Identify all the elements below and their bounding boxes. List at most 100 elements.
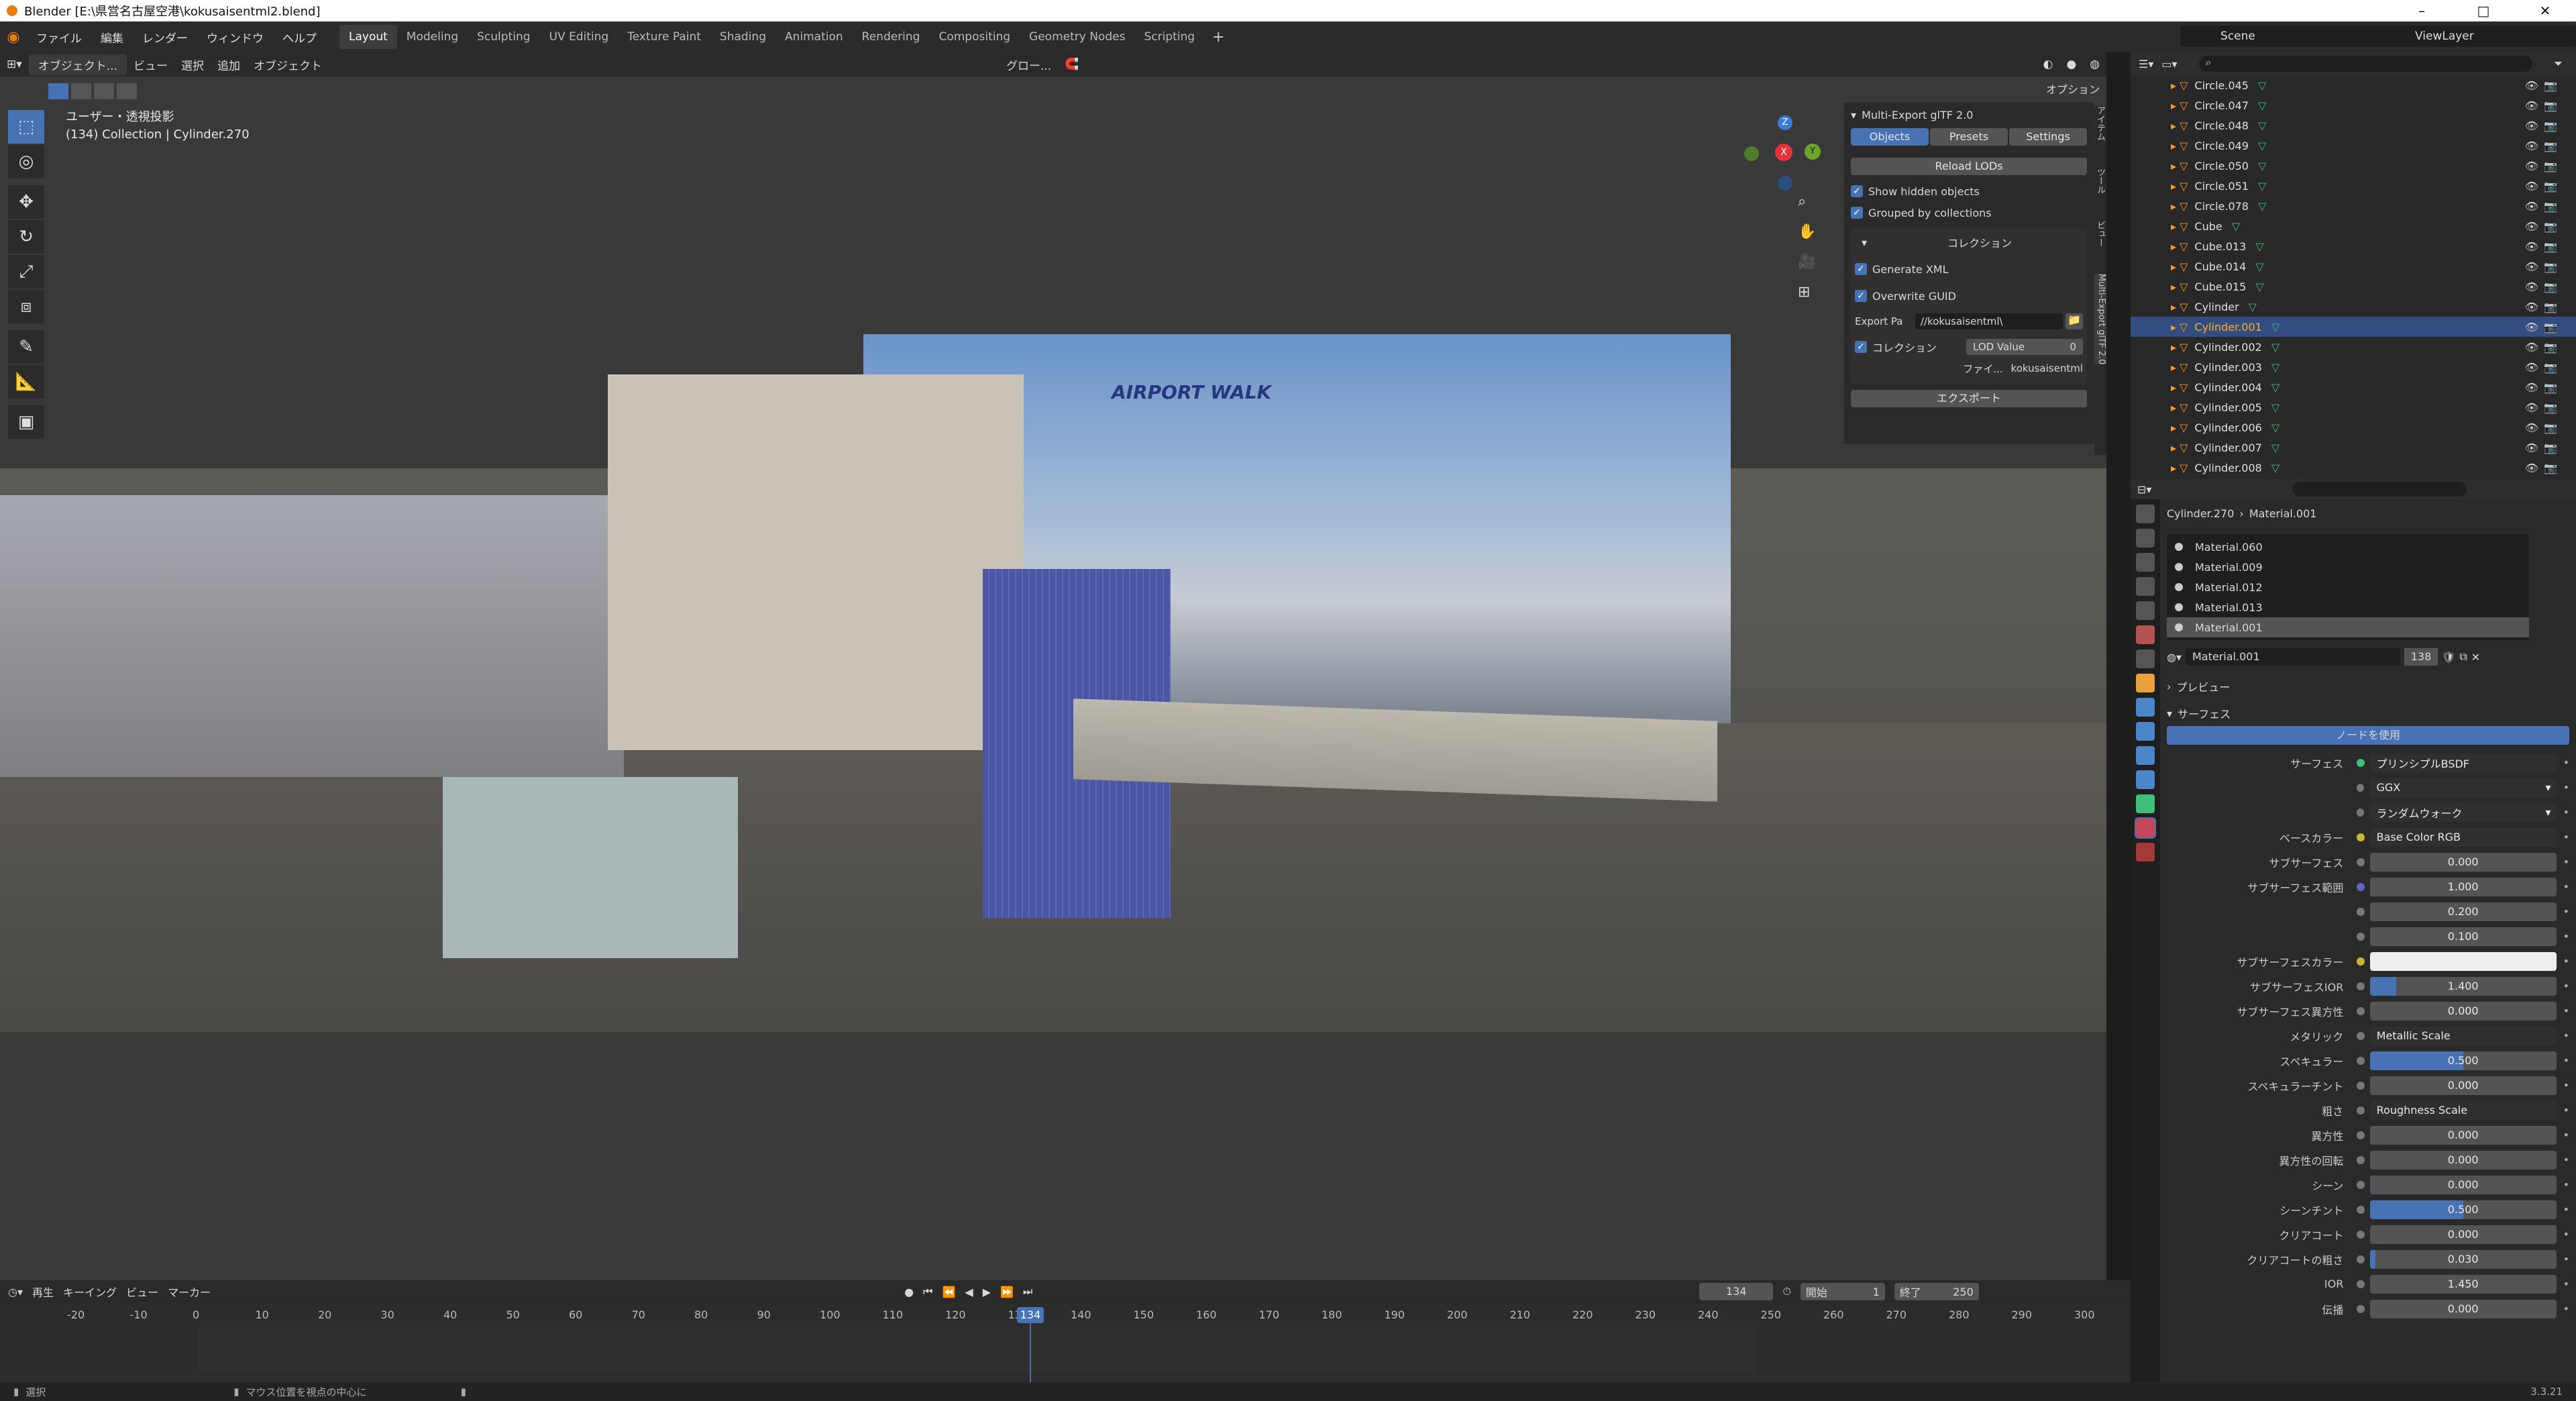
linked-node-field[interactable]: Roughness Scale — [2369, 1100, 2557, 1120]
socket-icon[interactable] — [2357, 932, 2365, 941]
visibility-icon[interactable]: 👁📷 — [2525, 321, 2563, 333]
number-field[interactable]: 0.000 — [2369, 1225, 2557, 1244]
measure-tool-icon[interactable]: 📐 — [8, 365, 44, 399]
number-field[interactable]: 1.450 — [2369, 1274, 2557, 1294]
grouped-collections-checkbox[interactable]: ✓ Grouped by collections — [1851, 203, 2087, 222]
outliner-row[interactable]: ▸ ▽ Circle.050 ▽ 👁📷 — [2131, 156, 2576, 176]
outliner-row[interactable]: ▸ ▽ Cylinder.008 ▽ 👁📷 — [2131, 458, 2576, 478]
filter-icon[interactable]: ⏷ — [2554, 57, 2563, 70]
linked-node-field[interactable]: Metallic Scale — [2369, 1026, 2557, 1045]
sidebar-tab-item[interactable]: アイテム — [2094, 106, 2106, 141]
material-slot[interactable]: Material.001 — [2167, 617, 2529, 637]
workspace-tab[interactable]: Shading — [710, 25, 775, 49]
workspace-tab[interactable]: Compositing — [929, 25, 1020, 49]
keying-menu[interactable]: キーイング — [63, 1284, 117, 1300]
outliner-row[interactable]: ▸ ▽ Cylinder.005 ▽ 👁📷 — [2131, 397, 2576, 417]
keyframe-icon[interactable]: • — [2563, 1253, 2569, 1265]
number-field[interactable]: 0.000 — [2369, 1299, 2557, 1318]
outliner-row[interactable]: ▸ ▽ Circle.078 ▽ 👁📷 — [2131, 196, 2576, 216]
select-menu[interactable]: 選択 — [174, 56, 211, 73]
select-invert-icon[interactable] — [117, 83, 137, 99]
keyframe-icon[interactable]: • — [2563, 1004, 2569, 1017]
outliner-row[interactable]: ▸ ▽ Cylinder ▽ 👁📷 — [2131, 297, 2576, 317]
socket-icon[interactable] — [2357, 1056, 2365, 1065]
linked-node-field[interactable]: Base Color RGB — [2369, 827, 2557, 847]
keyframe-icon[interactable]: • — [2563, 980, 2569, 992]
visibility-icon[interactable]: 👁📷 — [2525, 240, 2563, 253]
viewlayer-selector[interactable]: ViewLayer — [2381, 25, 2576, 47]
material-tab-icon[interactable] — [2135, 817, 2156, 839]
material-browse-icon[interactable]: ◍▾ — [2167, 651, 2182, 664]
socket-icon[interactable] — [2357, 1255, 2365, 1263]
visibility-icon[interactable]: 👁📷 — [2525, 180, 2563, 193]
select-field[interactable]: GGX ▾ — [2369, 778, 2557, 797]
keyframe-icon[interactable]: • — [2563, 1153, 2569, 1166]
gizmo-y-icon[interactable]: Y — [1805, 144, 1821, 160]
menu-item[interactable]: ヘルプ — [273, 29, 326, 46]
visibility-icon[interactable]: 👁📷 — [2525, 381, 2563, 394]
render-tab-icon[interactable] — [2136, 529, 2155, 548]
outliner-row[interactable]: ▸ ▽ Cube.015 ▽ 👁📷 — [2131, 276, 2576, 297]
workspace-tab[interactable]: Rendering — [853, 25, 930, 49]
workspace-tab[interactable]: Modeling — [397, 25, 468, 49]
menu-item[interactable]: ウィンドウ — [197, 29, 273, 46]
data-tab-icon[interactable] — [2136, 794, 2155, 813]
select-tool-icon[interactable]: ⬚ — [8, 110, 44, 144]
mode-selector[interactable]: オブジェクト... — [28, 54, 127, 75]
collection-checkbox[interactable]: ✓ — [1855, 341, 1867, 353]
sidebar-tab-multiexport[interactable]: Multi-Export glTF 2.0 — [2094, 274, 2106, 365]
panel-tab[interactable]: Presets — [1930, 128, 2008, 146]
socket-icon[interactable] — [2356, 808, 2365, 817]
keyframe-icon[interactable]: • — [2563, 1129, 2569, 1141]
keyframe-icon[interactable]: • — [2563, 806, 2569, 819]
marker-menu[interactable]: マーカー — [168, 1284, 211, 1300]
minimize-icon[interactable]: – — [2391, 3, 2453, 19]
jump-end-icon[interactable]: ⏭ — [1023, 1285, 1032, 1298]
socket-icon[interactable] — [2357, 1106, 2365, 1114]
number-field[interactable]: 0.030 — [2369, 1249, 2557, 1269]
number-field[interactable]: 0.000 — [2369, 1175, 2557, 1194]
output-tab-icon[interactable] — [2136, 553, 2155, 572]
play-icon[interactable]: ▶ — [983, 1286, 991, 1298]
jump-start-icon[interactable]: ⏮ — [923, 1285, 932, 1298]
keyframe-icon[interactable]: • — [2563, 1079, 2569, 1092]
snap-icon[interactable]: 🧲 — [1058, 58, 1085, 71]
socket-icon[interactable] — [2357, 1230, 2365, 1239]
material-slot[interactable]: Material.013 — [2167, 597, 2529, 617]
gizmo-x-icon[interactable]: X — [1775, 144, 1792, 161]
socket-icon[interactable] — [2357, 1205, 2365, 1214]
material-slot[interactable]: Material.009 — [2167, 557, 2529, 577]
visibility-icon[interactable]: 👁📷 — [2525, 421, 2563, 434]
keyframe-icon[interactable]: • — [2563, 1029, 2569, 1042]
sidebar-tab-tool[interactable]: ツール — [2094, 168, 2106, 194]
socket-icon[interactable] — [2357, 1304, 2365, 1313]
collection-subpanel-header[interactable]: ▾ コレクション — [1855, 233, 2083, 252]
keyframe-icon[interactable]: • — [2563, 855, 2569, 868]
keyframe-icon[interactable]: • — [2563, 781, 2569, 794]
socket-icon[interactable] — [2357, 1280, 2365, 1288]
scene-tab-icon[interactable] — [2136, 601, 2155, 620]
shading-solid-icon[interactable]: ● — [2059, 58, 2083, 71]
object-tab-icon[interactable] — [2136, 674, 2155, 692]
socket-icon[interactable] — [2356, 783, 2365, 792]
export-path-field[interactable]: //kokusaisentml\ — [1915, 313, 2063, 329]
keyframe-icon[interactable]: • — [2563, 1278, 2569, 1290]
view-layer-tab-icon[interactable] — [2136, 577, 2155, 596]
keyframe-icon[interactable]: • — [2563, 1104, 2569, 1117]
view-menu[interactable]: ビュー — [127, 56, 174, 73]
overwrite-guid-checkbox[interactable]: ✓ Overwrite GUID — [1855, 285, 2083, 307]
end-frame-field[interactable]: 終了 250 — [1894, 1283, 1979, 1300]
world-tab-icon[interactable] — [2136, 625, 2155, 644]
move-tool-icon[interactable]: ✥ — [8, 185, 44, 219]
properties-editor-icon[interactable]: ⊟▾ — [2137, 483, 2151, 496]
material-name-field[interactable]: Material.001 — [2186, 648, 2400, 666]
rotate-tool-icon[interactable]: ↻ — [8, 220, 44, 254]
workspace-tab[interactable]: Layout — [339, 25, 397, 49]
fake-user-icon[interactable]: 🛡 — [2442, 651, 2455, 664]
visibility-icon[interactable]: 👁📷 — [2525, 462, 2563, 474]
number-field[interactable]: 0.000 — [2369, 1001, 2557, 1021]
particles-tab-icon[interactable] — [2136, 722, 2155, 741]
frame-range-area[interactable] — [199, 1327, 1755, 1373]
workspace-tab[interactable]: Scripting — [1134, 25, 1204, 49]
number-field[interactable]: 1.000 — [2369, 877, 2557, 896]
